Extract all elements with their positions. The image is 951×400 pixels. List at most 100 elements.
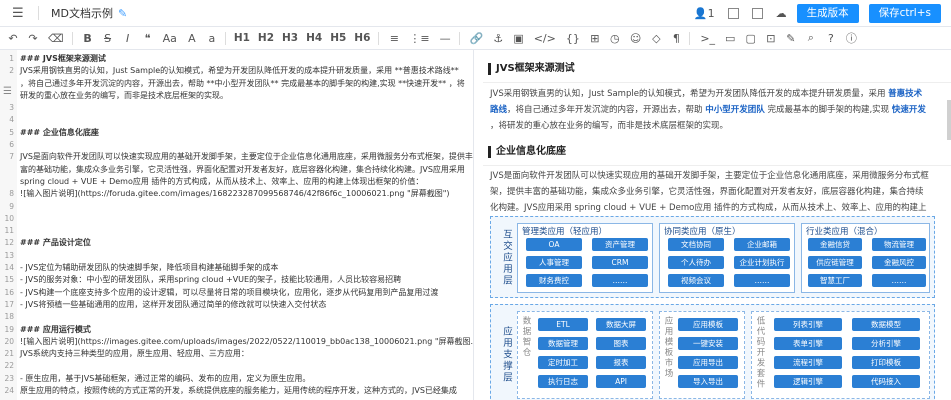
pencil-icon[interactable]: ✎	[118, 7, 127, 20]
code-icon[interactable]: </>	[534, 32, 556, 45]
editor-line[interactable]: 研发的重心放在业务的编写，而非是技术底层框架的实现。	[0, 90, 472, 102]
line-text: JVS系统内支持三种类型的应用，原生应用、轻应用、三方应用：	[20, 349, 249, 359]
group-title: 行业类应用（混合）	[806, 227, 883, 237]
document-title: MD文档示例	[51, 7, 113, 20]
emoji-icon[interactable]: ☺	[630, 32, 641, 45]
uppercase-icon[interactable]: A	[187, 32, 197, 45]
terminal-icon[interactable]: >_	[700, 32, 715, 45]
line-text: 研发的重心放在业务的编写，而非是技术底层框架的实现。	[20, 90, 228, 100]
editor-line[interactable]: 20 ![输入图片说明](https://images.gitee.com/upl…	[0, 336, 473, 348]
heading-3-button[interactable]: H3	[282, 32, 298, 44]
heading-2-button[interactable]: H2	[258, 32, 274, 44]
heading-1-button[interactable]: H1	[234, 32, 250, 44]
preview-icon[interactable]: ▭	[725, 32, 735, 45]
ordered-list-icon[interactable]: ⋮≡	[409, 32, 429, 45]
pagebreak-icon[interactable]: ¶	[671, 32, 681, 45]
table-icon[interactable]: ⊞	[590, 32, 600, 45]
editor-line[interactable]: 18	[0, 311, 472, 323]
html-entity-icon[interactable]: ◇	[651, 32, 661, 45]
editor-line[interactable]: 17 - JVS将预植一些基础通用的应用，这样开发团队通过简单的修改就可以快速入交…	[0, 299, 472, 311]
line-text: ### 产品设计定位	[20, 238, 91, 248]
font-size-icon[interactable]: Aa	[163, 32, 177, 45]
line-number: 9	[9, 201, 14, 211]
watch-icon[interactable]: ▢	[745, 32, 755, 45]
help-icon[interactable]: ?	[826, 32, 836, 45]
menu-icon[interactable]: ☰	[12, 6, 26, 21]
fullscreen-icon[interactable]: ⊡	[766, 32, 776, 45]
users-icon[interactable]: 👤1	[694, 7, 715, 20]
lowercase-icon[interactable]: a	[207, 32, 217, 45]
datetime-icon[interactable]: ◷	[610, 32, 620, 45]
editor-line[interactable]: 5 ### 企业信息化底座	[0, 127, 472, 139]
editor-lines: 1 ### JVS框架来源测试 2 JVS采用钢铁直男的认知，Just Sample的…	[0, 53, 473, 397]
anchor-icon[interactable]: ⚓	[493, 32, 503, 45]
undo-icon[interactable]: ↶	[8, 32, 18, 45]
editor-line[interactable]: 24 原生应用的特点，按照传统的方式正常的开发，系统提供底座的服务能力，延用传统的…	[0, 385, 472, 397]
save-button[interactable]: 保存ctrl+s	[868, 4, 941, 23]
redo-icon[interactable]: ↷	[28, 32, 38, 45]
line-text: 原生应用的特点，按照传统的方式正常的开发，系统提供底座的服务能力，延用传统的程序…	[20, 386, 457, 396]
horizontal-rule-icon[interactable]: —	[440, 32, 451, 45]
quote-icon[interactable]: ❝	[143, 32, 153, 45]
editor-line[interactable]: 9	[0, 201, 472, 213]
group-label: 低代码开发套件	[755, 316, 765, 390]
editor-line[interactable]: 3	[0, 102, 472, 114]
clear-all-icon[interactable]: ✎	[786, 32, 796, 45]
heading-5-button[interactable]: H5	[330, 32, 346, 44]
strikethrough-icon[interactable]: S	[103, 32, 113, 45]
heading-6-button[interactable]: H6	[354, 32, 370, 44]
editor-line[interactable]: spring cloud + VUE + Demo应用 插件的方式构成，从而从技…	[0, 176, 472, 188]
editor-line[interactable]: 12 ### 产品设计定位	[0, 237, 472, 249]
editor-line[interactable]: 23 - 原生应用，基于JVS基础框架，通过正常的编码、发布的应用，定义为原生应用…	[0, 373, 472, 385]
image-placeholder-icon[interactable]	[727, 8, 739, 19]
markdown-editor[interactable]: ☰ 1 ### JVS框架来源测试 2 JVS采用钢铁直男的认知，Just Sampl…	[0, 50, 474, 400]
code-block-icon[interactable]: {}	[566, 32, 580, 45]
editor-line[interactable]: 富的基础功能，集成众多业务引擎，它灵活性强，界面化配置对开发者友好，底层容器化构…	[0, 164, 472, 176]
editor-line[interactable]: ，将自己通过多年开发沉淀的内容，开源出去，帮助 **中小型开发团队** 完成最基…	[0, 78, 472, 90]
search-icon[interactable]: ⌕	[806, 31, 816, 45]
editor-line[interactable]: 8 ![输入图片说明](https://foruda.gitee.com/imag…	[0, 188, 472, 200]
build-version-button[interactable]: 生成版本	[796, 4, 859, 23]
image-placeholder-icon[interactable]	[751, 8, 763, 19]
link-icon[interactable]: 🔗	[470, 32, 484, 45]
editor-line[interactable]: 6	[0, 139, 472, 151]
editor-line[interactable]: 14 - JVS定位为辅助研发团队的快速脚手架，降低项目构建基础脚手架的成本	[0, 262, 472, 274]
editor-line[interactable]: 15 - JVS的服务对象：中小型的研发团队，采用spring cloud +VU…	[0, 274, 472, 286]
italic-icon[interactable]: I	[123, 32, 133, 45]
diagram-chip: 个人待办	[668, 256, 724, 269]
info-icon[interactable]: ⓘ	[846, 30, 857, 46]
editor-line[interactable]: 7 JVS是面向软件开发团队可以快速实现应用的基础开发脚手架，主要定位于企业信息化…	[0, 151, 473, 163]
editor-line[interactable]: 10	[0, 213, 472, 225]
native-app-group: 协同类应用（原生） 文档协同 企业邮箱 个人待办 企业计划执行 视频会议 ……	[659, 223, 795, 293]
diagram-chip: ……	[592, 274, 648, 287]
editor-line[interactable]: 4	[0, 114, 472, 126]
diagram-chip: 企业计划执行	[734, 256, 790, 269]
line-number: 22	[4, 361, 14, 371]
bold-icon[interactable]: B	[83, 32, 93, 45]
diagram-chip: 智慧工厂	[808, 274, 862, 287]
unordered-list-icon[interactable]: ≡	[389, 32, 399, 45]
eraser-icon[interactable]: ⌫	[48, 32, 64, 45]
line-number: 17	[4, 299, 14, 309]
line-text: - JVS定位为辅助研发团队的快速脚手架，降低项目构建基础脚手架的成本	[20, 263, 279, 273]
editor-line[interactable]: 13	[0, 250, 472, 262]
line-number: 21	[4, 349, 14, 359]
heading-4-button[interactable]: H4	[306, 32, 322, 44]
line-number: 7	[9, 152, 14, 162]
preview-scrollbar[interactable]	[947, 100, 951, 140]
editor-line[interactable]: 16 - JVS构建一个底座支持多个应用的设计逻辑，可以尽量将日常的项目模块化，应…	[0, 287, 472, 299]
line-text: spring cloud + VUE + Demo应用 插件的方式构成，从而从技…	[20, 176, 424, 186]
editor-line[interactable]: 11	[0, 225, 472, 237]
line-text: JVS采用钢铁直男的认知，Just Sample的认知模式，希望为开发团队降低开…	[20, 66, 459, 76]
editor-line[interactable]: 19 ### 应用运行模式	[0, 324, 472, 336]
interaction-layer: 互交应用层 管理类应用（轻应用） OA 资产管理 人事管理 CRM 财务费控 …… 协同类…	[490, 216, 935, 298]
editor-line[interactable]: 21 JVS系统内支持三种类型的应用，原生应用、轻应用、三方应用：	[0, 348, 472, 360]
line-number: 15	[4, 275, 14, 285]
line-text: ### JVS框架来源测试	[20, 54, 106, 63]
cloud-icon[interactable]: ☁	[776, 7, 787, 20]
editor-line[interactable]: 2 JVS采用钢铁直男的认知，Just Sample的认知模式，希望为开发团队降低…	[0, 65, 472, 77]
editor-line[interactable]: 1 ### JVS框架来源测试	[0, 53, 472, 65]
image-icon[interactable]: ▣	[513, 32, 523, 45]
diagram-chip: 财务费控	[526, 274, 582, 287]
editor-line[interactable]: 22	[0, 360, 472, 372]
